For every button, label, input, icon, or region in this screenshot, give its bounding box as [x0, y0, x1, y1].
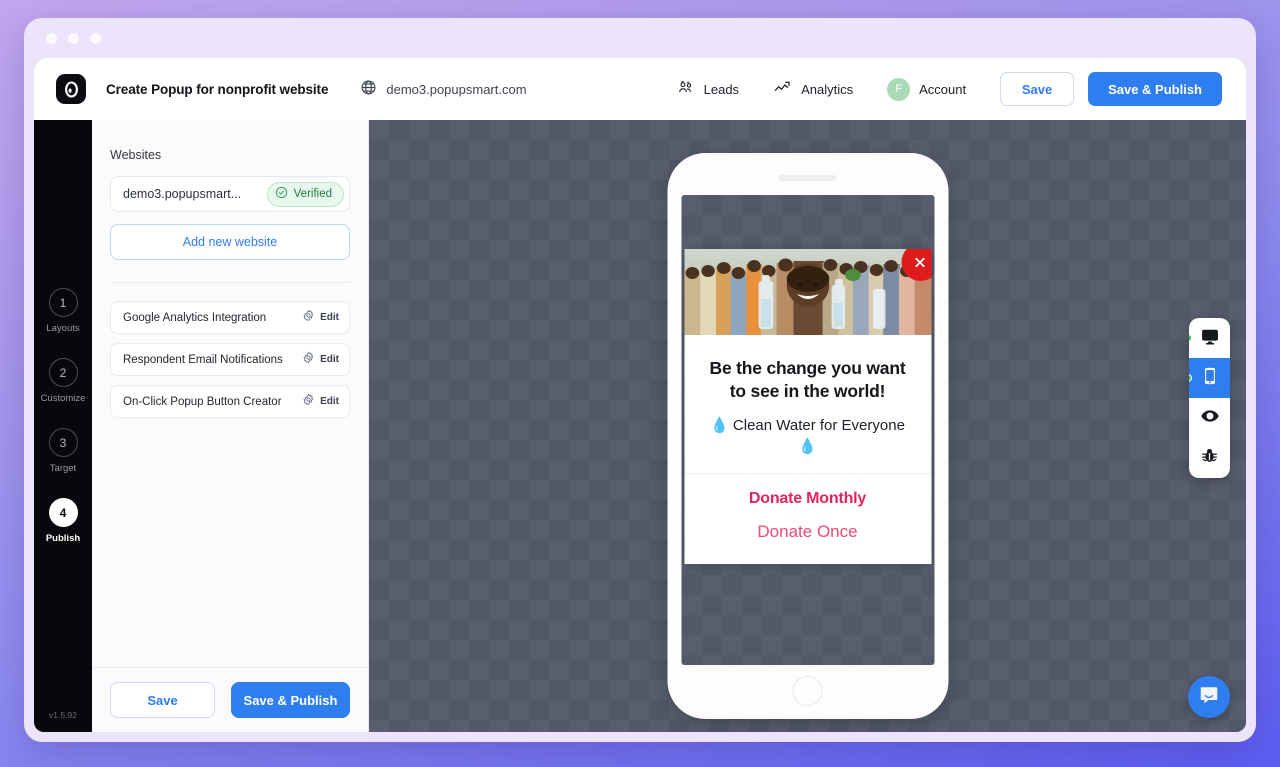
- panel-save-button[interactable]: Save: [110, 682, 215, 718]
- step-target[interactable]: 3 Target: [48, 428, 78, 474]
- donate-once-button[interactable]: Donate Once: [684, 516, 931, 564]
- eye-icon: [1200, 406, 1220, 431]
- step-label: Target: [49, 463, 77, 474]
- desktop-icon: [1200, 326, 1220, 351]
- step-label: Customize: [40, 393, 86, 404]
- popup-body: Be the change you want to see in the wor…: [684, 335, 931, 473]
- browser-window: Create Popup for nonprofit website demo3…: [24, 18, 1256, 742]
- mobile-device-frame: Be the change you want to see in the wor…: [667, 153, 948, 719]
- chat-launcher-button[interactable]: [1188, 676, 1230, 718]
- popup-headline: Be the change you want to see in the wor…: [709, 358, 906, 402]
- step-label: Publish: [45, 533, 81, 544]
- feature-row[interactable]: Google Analytics Integration Edit: [110, 301, 350, 334]
- status-dot: [1189, 374, 1192, 382]
- verified-label: Verified: [293, 188, 332, 200]
- panel-footer: Save Save & Publish: [92, 667, 368, 732]
- step-label: Layouts: [46, 323, 80, 334]
- leads-label: Leads: [703, 81, 740, 97]
- bug-icon: [1200, 446, 1219, 470]
- mobile-view-button[interactable]: [1189, 358, 1230, 398]
- edit-control[interactable]: Edit: [302, 393, 339, 411]
- app-version: v1.5.92: [49, 710, 77, 720]
- edit-label: Edit: [320, 312, 339, 323]
- domain-text: demo3.popupsmart.com: [386, 81, 527, 97]
- chat-bubble-icon: [1198, 684, 1220, 711]
- domain-display[interactable]: demo3.popupsmart.com: [360, 79, 527, 99]
- save-button[interactable]: Save: [1000, 72, 1075, 106]
- steps-rail: 1 Layouts 2 Customize 3 Target 4 Publish…: [34, 120, 92, 732]
- step-number: 1: [48, 288, 78, 317]
- feature-row[interactable]: On-Click Popup Button Creator Edit: [110, 385, 350, 418]
- gear-icon: [302, 309, 315, 327]
- step-number: 2: [48, 358, 78, 387]
- debug-toggle-button[interactable]: [1189, 438, 1230, 478]
- step-publish[interactable]: 4 Publish: [46, 498, 80, 544]
- popupsmart-logo-icon[interactable]: [56, 74, 86, 104]
- analytics-label: Analytics: [801, 81, 854, 97]
- step-number: 4: [48, 498, 78, 527]
- check-circle-icon: [275, 186, 288, 202]
- feature-label: Google Analytics Integration: [123, 311, 267, 324]
- chart-line-icon: [773, 78, 792, 100]
- add-new-website-button[interactable]: Add new website: [110, 224, 350, 260]
- status-dot: [1189, 334, 1192, 342]
- close-x-icon: [913, 255, 928, 270]
- analytics-nav-item[interactable]: Analytics: [773, 78, 853, 100]
- panel-scroll-area: Websites demo3.popupsmart... Verified Ad…: [92, 120, 368, 667]
- popup-image: [684, 249, 931, 335]
- status-badge: Verified: [266, 181, 344, 207]
- account-nav-item[interactable]: F Account: [887, 77, 967, 101]
- app-container: Create Popup for nonprofit website demo3…: [34, 58, 1246, 732]
- window-minimize-button[interactable]: [68, 32, 79, 44]
- phone-screen: Be the change you want to see in the wor…: [681, 195, 934, 665]
- app-body: 1 Layouts 2 Customize 3 Target 4 Publish…: [34, 120, 1246, 732]
- phone-speaker: [778, 175, 837, 181]
- account-label: Account: [919, 81, 967, 97]
- people-icon: [677, 79, 695, 100]
- page-title: Create Popup for nonprofit website: [106, 81, 329, 97]
- edit-label: Edit: [320, 396, 339, 407]
- mobile-icon: [1200, 366, 1220, 391]
- donate-monthly-button[interactable]: Donate Monthly: [684, 474, 931, 516]
- leads-nav-item[interactable]: Leads: [677, 79, 739, 100]
- window-maximize-button[interactable]: [90, 32, 101, 44]
- edit-control[interactable]: Edit: [302, 309, 339, 327]
- edit-control[interactable]: Edit: [302, 351, 339, 369]
- panel-save-publish-button[interactable]: Save & Publish: [231, 682, 350, 718]
- save-publish-button[interactable]: Save & Publish: [1088, 72, 1222, 106]
- preview-canvas: Be the change you want to see in the wor…: [369, 120, 1246, 732]
- phone-home-button: [792, 676, 823, 706]
- popup-preview: Be the change you want to see in the wor…: [684, 249, 931, 565]
- window-titlebar: [24, 18, 1256, 58]
- preview-toggle-button[interactable]: [1189, 398, 1230, 438]
- edit-label: Edit: [320, 354, 339, 365]
- globe-icon: [360, 79, 377, 99]
- feature-row[interactable]: Respondent Email Notifications Edit: [110, 343, 350, 376]
- panel-divider: [110, 282, 350, 283]
- step-customize[interactable]: 2 Customize: [40, 358, 86, 404]
- website-name: demo3.popupsmart...: [123, 187, 242, 201]
- avatar: F: [887, 77, 911, 101]
- app-topbar: Create Popup for nonprofit website demo3…: [34, 58, 1246, 120]
- window-close-button[interactable]: [46, 32, 57, 44]
- step-number: 3: [48, 428, 78, 457]
- gear-icon: [302, 351, 315, 369]
- children-water-photo: [684, 249, 931, 335]
- device-toolbar: [1189, 318, 1230, 478]
- gear-icon: [302, 393, 315, 411]
- websites-heading: Websites: [110, 148, 162, 162]
- feature-label: Respondent Email Notifications: [123, 353, 283, 366]
- popup-subtext: 💧 Clean Water for Everyone 💧: [710, 416, 905, 456]
- publish-settings-panel: Websites demo3.popupsmart... Verified Ad…: [92, 120, 369, 732]
- step-layouts[interactable]: 1 Layouts: [46, 288, 80, 334]
- website-row[interactable]: demo3.popupsmart... Verified: [110, 176, 350, 212]
- desktop-view-button[interactable]: [1189, 318, 1230, 358]
- feature-label: On-Click Popup Button Creator: [123, 395, 282, 408]
